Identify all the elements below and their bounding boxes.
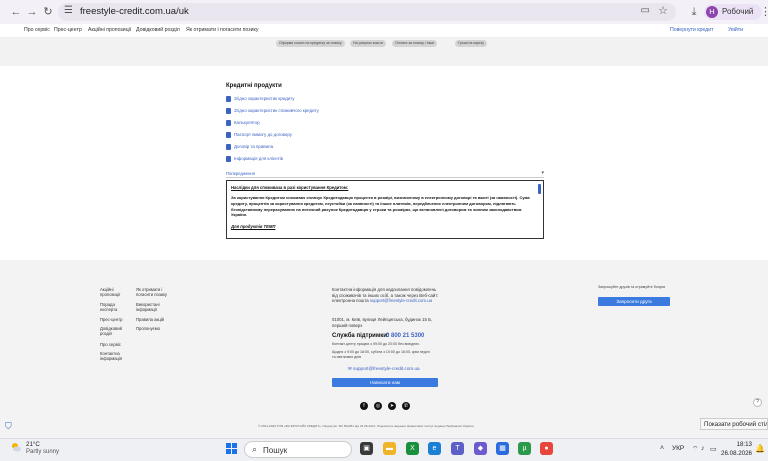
footer-link[interactable]: Порада експерта (100, 302, 130, 312)
search-placeholder: Пошук (263, 446, 288, 455)
torrent-icon[interactable]: µ (518, 442, 531, 455)
footer-link[interactable]: Правила акцій (136, 317, 170, 322)
site-info-icon[interactable]: ☰ (64, 5, 73, 16)
chip[interactable]: Оплата за позику і інше (392, 40, 438, 47)
app-icon[interactable]: ◆ (474, 442, 487, 455)
document-icon (226, 108, 231, 114)
document-icon (226, 120, 231, 126)
input-language[interactable]: УКР (672, 445, 684, 452)
taskbar-search[interactable]: ⌕ Пошук (244, 441, 352, 458)
footer-link[interactable]: Контактна інформація (100, 351, 130, 361)
download-icon[interactable]: ⤓ (686, 4, 702, 20)
site-navigation: Про сервіс Прес-центр Акційні пропозиції… (0, 24, 768, 38)
chip[interactable]: Оформи кошти на кредитку за позику (276, 40, 345, 47)
partly-sunny-icon[interactable] (10, 441, 22, 453)
bookmark-star-icon[interactable]: ☆ (658, 4, 668, 17)
support-email-row[interactable]: ✉ support@freestyle-credit.com.ua (348, 366, 420, 372)
notification-bell-icon[interactable]: 🔔 (755, 444, 765, 453)
nav-help[interactable]: Довідковий розділ (136, 27, 180, 33)
mail-icon: ✉ (348, 366, 352, 371)
nav-press[interactable]: Прес-центр (54, 27, 82, 33)
cast-icon[interactable]: ▭ (641, 5, 650, 16)
reload-icon[interactable]: ↻ (40, 4, 56, 20)
viber-icon[interactable]: ✆ (402, 402, 410, 410)
file-explorer-icon[interactable]: ▬ (383, 442, 396, 455)
address: 01001, м. Київ, вулиця Лейпцигська, буди… (332, 317, 433, 328)
repay-credit-link[interactable]: Повернути кредит (670, 27, 713, 33)
edge-icon[interactable]: e (428, 442, 441, 455)
weather-desc: Partly sunny (26, 449, 60, 455)
nav-promos[interactable]: Акційні пропозиції (88, 27, 131, 33)
help-button[interactable]: ? (753, 398, 762, 407)
profile-name: Робочий (722, 7, 754, 16)
temp-products-link[interactable]: Для продуктів ТЕМП (231, 224, 275, 229)
instagram-icon[interactable]: ◎ (374, 402, 382, 410)
warning-header-label: Попередження (226, 171, 255, 176)
document-icon (226, 156, 231, 162)
teams-icon[interactable]: T (451, 442, 464, 455)
warning-title: Наслідки для споживача в разі користуван… (231, 185, 349, 190)
warning-textbox[interactable]: Наслідки для споживача в разі користуван… (226, 180, 544, 239)
chevron-down-icon: ▾ (541, 170, 544, 176)
write-us-button[interactable]: Написати нам (332, 378, 438, 387)
promo-strip: Оформи кошти на кредитку за позику На ра… (0, 38, 768, 66)
show-desktop-tooltip: Показати робочий стіл (700, 418, 768, 430)
support-title: Служба підтримки: (332, 333, 389, 339)
chip[interactable]: На рахунок кошти (350, 40, 386, 47)
nav-about[interactable]: Про сервіс (24, 27, 50, 33)
excel-icon[interactable]: X (406, 442, 419, 455)
volume-icon[interactable]: ♪ (701, 445, 705, 452)
url-text: freestyle-credit.com.ua/uk (80, 6, 189, 17)
footer-link[interactable]: Прес-центр (100, 317, 130, 322)
more-menu-icon[interactable]: ⋮ (760, 4, 768, 20)
weather-temp: 21°C (26, 441, 40, 448)
login-link[interactable]: Увійти (728, 27, 743, 33)
nav-how-to[interactable]: Як отримати і погасити позику (186, 27, 258, 33)
telegram-icon[interactable]: ➤ (388, 402, 396, 410)
wifi-icon[interactable]: ⌔ (692, 445, 699, 454)
footer-link[interactable]: Акційні пропозиції (100, 287, 130, 297)
chevron-up-icon[interactable]: ˄ (660, 445, 664, 452)
contact-email-link[interactable]: support@freestyle-credit.com.ua (370, 298, 432, 303)
contact-info: Контактна інформація для надсилання пові… (332, 287, 439, 304)
forward-arrow-icon[interactable]: → (24, 4, 40, 20)
warning-accordion-header[interactable]: Попередження ▾ (226, 170, 544, 178)
profile-button[interactable]: Н Робочий (704, 4, 762, 20)
invite-text: Запрошуйте друзів та отримуйте бонуси (598, 285, 666, 289)
accessibility-icon[interactable]: ⛉ (5, 421, 14, 431)
facebook-icon[interactable]: f (360, 402, 368, 410)
support-phone[interactable]: 0 800 21 5300 (386, 333, 424, 339)
clock-time[interactable]: 18:13 (720, 441, 752, 448)
task-view-icon[interactable]: ▣ (360, 442, 373, 455)
document-icon (226, 144, 231, 150)
windows-start-icon[interactable] (226, 443, 238, 455)
invite-friend-button[interactable]: Запросити друга (598, 297, 670, 306)
chrome-icon[interactable]: ● (540, 442, 553, 455)
store-icon[interactable]: ▦ (496, 442, 509, 455)
footer-link[interactable]: Про сервіс (100, 342, 130, 347)
schedule-text-2: Щодня з 9:00 до 18:00, субота з 10:00 до… (332, 350, 430, 359)
clock-date[interactable]: 26.08.2026 (716, 450, 752, 457)
address-bar[interactable]: ☰ freestyle-credit.com.ua/uk ▭ ☆ (58, 3, 676, 21)
chip[interactable]: Гроші на картку (455, 40, 488, 47)
back-arrow-icon[interactable]: ← (8, 4, 24, 20)
document-icon (226, 96, 231, 102)
search-icon: ⌕ (252, 444, 258, 454)
document-icon (226, 132, 231, 138)
copyright: © 2021-2026 ТОВ «ФК ФРІСТАЙЛ КРЕДИТ». Св… (258, 424, 475, 428)
profile-avatar: Н (706, 6, 718, 18)
credit-products-title: Кредитні продукти (226, 83, 282, 89)
scrollbar-thumb[interactable] (538, 184, 541, 194)
footer-link[interactable]: Використані інформації (136, 302, 170, 312)
warning-body: За користування Кредитом споживач сплачу… (231, 195, 530, 218)
footer-link[interactable]: Довідковий розділ (100, 326, 130, 336)
footer-link[interactable]: Як отримати і погасити позику (136, 287, 170, 297)
footer-link[interactable]: Пропонуємо (136, 326, 170, 331)
schedule-text: Контакт-центр працює з 09:00 до 20:00 бе… (332, 342, 421, 346)
support-email: support@freestyle-credit.com.ua (353, 366, 420, 371)
